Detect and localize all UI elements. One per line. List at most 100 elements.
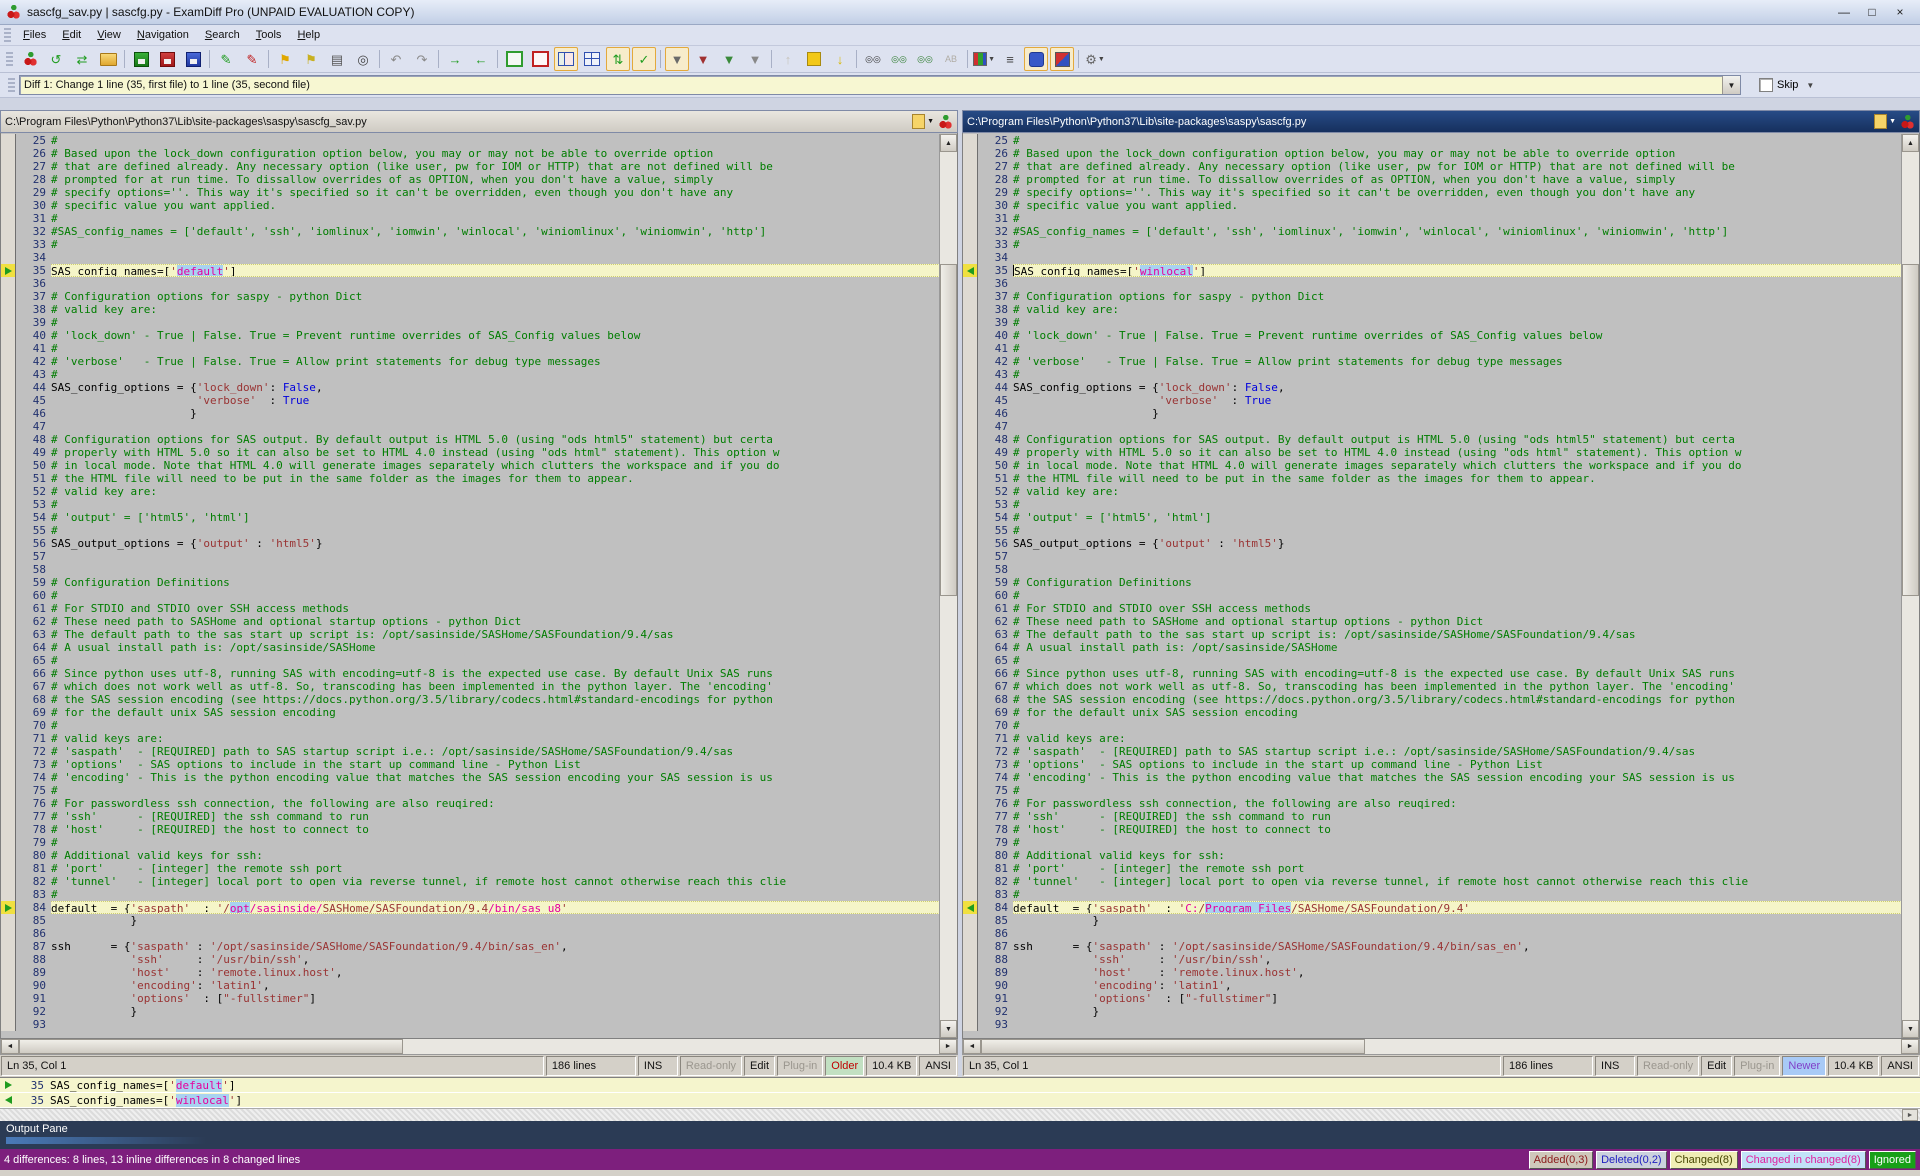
code-line-left-57[interactable]: 57 [1, 550, 940, 563]
code-line-right-55[interactable]: 55# [963, 524, 1902, 537]
first-header-cherries-icon[interactable] [938, 115, 953, 129]
code-line-left-78[interactable]: 78# 'host' - [REQUIRED] the host to conn… [1, 823, 940, 836]
code-line-left-73[interactable]: 73# 'options' - SAS options to include i… [1, 758, 940, 771]
go-forward-button[interactable]: → [443, 47, 467, 71]
code-line-left-33[interactable]: 33# [1, 238, 940, 251]
code-line-right-43[interactable]: 43# [963, 368, 1902, 381]
code-line-right-73[interactable]: 73# 'options' - SAS options to include i… [963, 758, 1902, 771]
find-next-button[interactable]: ◎◎ [887, 47, 911, 71]
vscroll-up-button[interactable]: ▲ [940, 134, 957, 152]
code-line-right-25[interactable]: 25# [963, 134, 1902, 147]
code-line-right-64[interactable]: 64# A usual install path is: /opt/sasins… [963, 641, 1902, 654]
line-inspector-button[interactable]: ≡ [998, 47, 1022, 71]
print-button[interactable]: ▤ [325, 47, 349, 71]
hscroll-left-button[interactable]: ◄ [1, 1039, 19, 1054]
code-line-right-66[interactable]: 66# Since python uses utf-8, running SAS… [963, 667, 1902, 680]
code-line-right-39[interactable]: 39# [963, 316, 1902, 329]
code-line-right-92[interactable]: 92 } [963, 1005, 1902, 1018]
match-case-button[interactable]: AB [939, 47, 963, 71]
code-line-right-61[interactable]: 61# For STDIO and STDIO over SSH access … [963, 602, 1902, 615]
code-line-left-40[interactable]: 40# 'lock_down' - True | False. True = P… [1, 329, 940, 342]
code-line-right-42[interactable]: 42# 'verbose' - True | False. True = All… [963, 355, 1902, 368]
code-line-right-54[interactable]: 54# 'output' = ['html5', 'html'] [963, 511, 1902, 524]
code-line-right-88[interactable]: 88 'ssh' : '/usr/bin/ssh', [963, 953, 1902, 966]
code-line-left-55[interactable]: 55# [1, 524, 940, 537]
code-line-left-67[interactable]: 67# which does not work well as utf-8. S… [1, 680, 940, 693]
code-line-right-28[interactable]: 28# prompted for at run time. To dissall… [963, 173, 1902, 186]
code-line-left-44[interactable]: 44SAS_config_options = {'lock_down': Fal… [1, 381, 940, 394]
code-line-left-29[interactable]: 29# specify options=''. This way it's sp… [1, 186, 940, 199]
code-line-left-59[interactable]: 59# Configuration Definitions [1, 576, 940, 589]
code-line-right-78[interactable]: 78# 'host' - [REQUIRED] the host to conn… [963, 823, 1902, 836]
first-editor-vscrollbar[interactable]: ▲ ▼ [939, 134, 957, 1038]
code-line-left-50[interactable]: 50# in local mode. Note that HTML 4.0 wi… [1, 459, 940, 472]
code-line-left-69[interactable]: 69# for the default unix SAS session enc… [1, 706, 940, 719]
code-line-right-37[interactable]: 37# Configuration options for saspy - py… [963, 290, 1902, 303]
hscroll-right-button[interactable]: ► [1901, 1039, 1919, 1054]
code-line-left-34[interactable]: 34 [1, 251, 940, 264]
code-line-right-87[interactable]: 87ssh = {'saspath' : '/opt/sasinside/SAS… [963, 940, 1902, 953]
code-line-left-91[interactable]: 91 'options' : ["-fullstimer"] [1, 992, 940, 1005]
hscroll-left-button[interactable]: ◄ [963, 1039, 981, 1054]
code-line-left-25[interactable]: 25# [1, 134, 940, 147]
code-line-left-75[interactable]: 75# [1, 784, 940, 797]
filter-show-changed-button[interactable]: ▼ [691, 47, 715, 71]
maximize-button[interactable]: □ [1858, 3, 1886, 21]
code-line-left-88[interactable]: 88 'ssh' : '/usr/bin/ssh', [1, 953, 940, 966]
copy-block-right-button[interactable]: ⚑ [299, 47, 323, 71]
code-line-left-54[interactable]: 54# 'output' = ['html5', 'html'] [1, 511, 940, 524]
code-line-right-31[interactable]: 31# [963, 212, 1902, 225]
current-difference-button[interactable] [802, 47, 826, 71]
save-first-file-button[interactable] [129, 47, 153, 71]
menu-item-edit[interactable]: Edit [54, 27, 89, 43]
print-preview-button[interactable]: ◎ [351, 47, 375, 71]
code-line-right-36[interactable]: 36 [963, 277, 1902, 290]
code-line-left-56[interactable]: 56SAS_output_options = {'output' : 'html… [1, 537, 940, 550]
code-line-right-53[interactable]: 53# [963, 498, 1902, 511]
minimize-button[interactable]: — [1830, 3, 1858, 21]
code-line-right-38[interactable]: 38# valid key are: [963, 303, 1902, 316]
menu-item-files[interactable]: Files [15, 27, 54, 43]
code-line-left-70[interactable]: 70# [1, 719, 940, 732]
edit-second-file-button[interactable]: ✎ [240, 47, 264, 71]
code-line-left-90[interactable]: 90 'encoding': 'latin1', [1, 979, 940, 992]
code-line-left-39[interactable]: 39# [1, 316, 940, 329]
code-line-right-49[interactable]: 49# properly with HTML 5.0 so it can als… [963, 446, 1902, 459]
code-line-left-26[interactable]: 26# Based upon the lock_down configurati… [1, 147, 940, 160]
show-first-pane-button[interactable] [502, 47, 526, 71]
hscroll-track[interactable] [403, 1039, 939, 1054]
code-line-left-42[interactable]: 42# 'verbose' - True | False. True = All… [1, 355, 940, 368]
code-line-left-37[interactable]: 37# Configuration options for saspy - py… [1, 290, 940, 303]
code-line-right-34[interactable]: 34 [963, 251, 1902, 264]
edit-first-file-button[interactable]: ✎ [214, 47, 238, 71]
filter-show-all-button[interactable]: ▼ [665, 47, 689, 71]
code-line-right-57[interactable]: 57 [963, 550, 1902, 563]
skip-dropdown-icon[interactable]: ▼ [1806, 81, 1814, 90]
code-line-left-66[interactable]: 66# Since python uses utf-8, running SAS… [1, 667, 940, 680]
code-line-left-77[interactable]: 77# 'ssh' - [REQUIRED] the ssh command t… [1, 810, 940, 823]
code-line-left-38[interactable]: 38# valid key are: [1, 303, 940, 316]
code-line-right-67[interactable]: 67# which does not work well as utf-8. S… [963, 680, 1902, 693]
code-line-left-84[interactable]: 84default = {'saspath' : '/opt/sasinside… [1, 901, 940, 914]
code-line-right-56[interactable]: 56SAS_output_options = {'output' : 'html… [963, 537, 1902, 550]
code-line-right-33[interactable]: 33# [963, 238, 1902, 251]
show-second-pane-button[interactable] [528, 47, 552, 71]
code-line-left-92[interactable]: 92 } [1, 1005, 940, 1018]
vscroll-down-button[interactable]: ▼ [1902, 1020, 1919, 1038]
code-line-right-68[interactable]: 68# the SAS session encoding (see https:… [963, 693, 1902, 706]
code-line-right-30[interactable]: 30# specific value you want applied. [963, 199, 1902, 212]
output-pane[interactable]: Output Pane [0, 1121, 1920, 1149]
code-line-left-47[interactable]: 47 [1, 420, 940, 433]
code-line-left-36[interactable]: 36 [1, 277, 940, 290]
plugins-button[interactable] [1024, 47, 1048, 71]
save-both-files-button[interactable] [181, 47, 205, 71]
code-line-left-49[interactable]: 49# properly with HTML 5.0 so it can als… [1, 446, 940, 459]
vscroll-thumb[interactable] [1902, 264, 1919, 596]
diff-detail-row[interactable]: 35SAS_config_names=['default'] [0, 1078, 1920, 1093]
code-line-left-83[interactable]: 83# [1, 888, 940, 901]
hscroll-right-button[interactable]: ► [939, 1039, 957, 1054]
code-line-right-81[interactable]: 81# 'port' - [integer] the remote ssh po… [963, 862, 1902, 875]
code-line-right-60[interactable]: 60# [963, 589, 1902, 602]
code-line-left-82[interactable]: 82# 'tunnel' - [integer] local port to o… [1, 875, 940, 888]
code-line-left-76[interactable]: 76# For passwordless ssh connection, the… [1, 797, 940, 810]
